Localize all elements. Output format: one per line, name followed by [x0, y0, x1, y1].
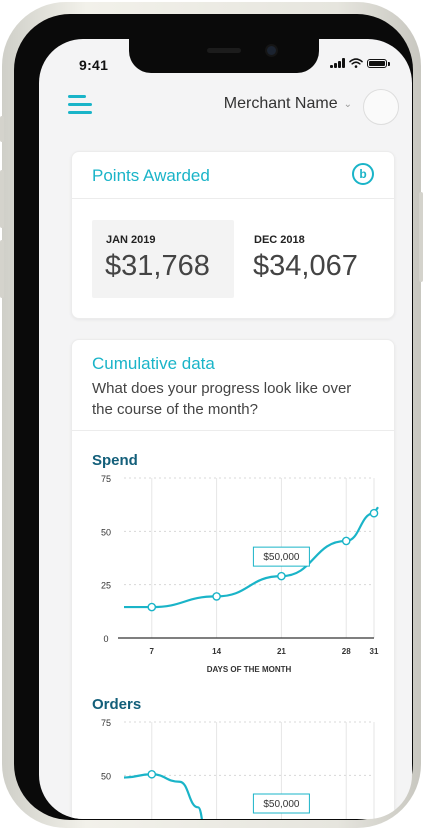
chevron-down-icon: ⌄	[343, 98, 352, 110]
x-tick-label: 14	[212, 647, 221, 656]
data-point	[341, 536, 351, 546]
y-tick-label: 75	[101, 718, 111, 728]
x-tick-label: 21	[277, 647, 286, 656]
callout-label: $50,000	[263, 552, 300, 563]
y-tick-label: 50	[101, 527, 111, 537]
brand-badge-icon[interactable]: b	[352, 163, 374, 185]
merchant-name: Merchant Name	[223, 95, 338, 112]
cumulative-data-card: Cumulative data What does your progress …	[71, 339, 395, 819]
app-header: Merchant Name ⌄	[39, 85, 412, 135]
period-current[interactable]: JAN 2019 $31,768	[92, 220, 234, 298]
x-tick-label: 28	[342, 647, 351, 656]
volume-down-button	[0, 240, 4, 298]
x-tick-label: 7	[150, 647, 155, 656]
orders-chart-title: Orders	[92, 696, 142, 713]
orders-chart: 75 50 $50,000	[101, 718, 375, 819]
spend-chart-title: Spend	[92, 452, 138, 469]
power-button	[419, 192, 423, 282]
x-axis-label: DAYS OF THE MONTH	[207, 665, 292, 674]
data-point	[147, 602, 157, 612]
hamburger-menu-icon[interactable]	[68, 95, 92, 115]
battery-icon	[367, 59, 387, 68]
period-value: $34,067	[253, 250, 358, 282]
front-camera-icon	[267, 46, 276, 55]
series-line	[123, 773, 203, 819]
x-tick-label: 31	[370, 647, 379, 656]
period-label: JAN 2019	[106, 234, 156, 246]
app-screen: 9:41 Merchant Name ⌄ Points Awarded b JA…	[39, 39, 412, 819]
cumulative-subtitle: What does your progress look like over t…	[92, 380, 352, 418]
series-line	[124, 506, 379, 609]
period-previous[interactable]: DEC 2018 $34,067	[253, 220, 384, 298]
avatar[interactable]	[363, 89, 399, 125]
data-point	[369, 508, 379, 518]
points-card-title: Points Awarded	[92, 166, 210, 185]
status-time: 9:41	[79, 57, 109, 73]
data-point	[147, 769, 157, 779]
period-value: $31,768	[105, 250, 210, 282]
callout-label: $50,000	[263, 799, 300, 810]
y-tick-label: 50	[101, 771, 111, 781]
divider	[72, 430, 394, 431]
battery-tip	[388, 62, 390, 66]
merchant-selector[interactable]: Merchant Name ⌄	[224, 95, 352, 113]
y-tick-label: 75	[101, 474, 111, 484]
cumulative-title: Cumulative data	[92, 354, 215, 373]
data-point	[212, 592, 221, 601]
y-tick-label: 0	[103, 634, 108, 644]
points-card-header: Points Awarded b	[72, 152, 394, 199]
notch	[129, 39, 319, 73]
spend-chart: 75 50 25 0 7 14 21 28 31 DAYS OF THE MONTH $50,000	[101, 474, 379, 674]
phone-bezel: 9:41 Merchant Name ⌄ Points Awarded b JA…	[14, 14, 413, 820]
phone-frame: 9:41 Merchant Name ⌄ Points Awarded b JA…	[0, 2, 423, 828]
wifi-icon	[349, 58, 363, 68]
y-tick-label: 25	[101, 581, 111, 591]
period-label: DEC 2018	[254, 234, 305, 246]
points-awarded-card: Points Awarded b JAN 2019 $31,768 DEC 20…	[71, 151, 395, 319]
speaker-grille	[207, 48, 241, 53]
mute-switch	[0, 116, 4, 142]
volume-up-button	[0, 170, 4, 228]
signal-icon	[330, 58, 345, 68]
data-point	[277, 571, 286, 581]
status-icons	[330, 58, 390, 68]
